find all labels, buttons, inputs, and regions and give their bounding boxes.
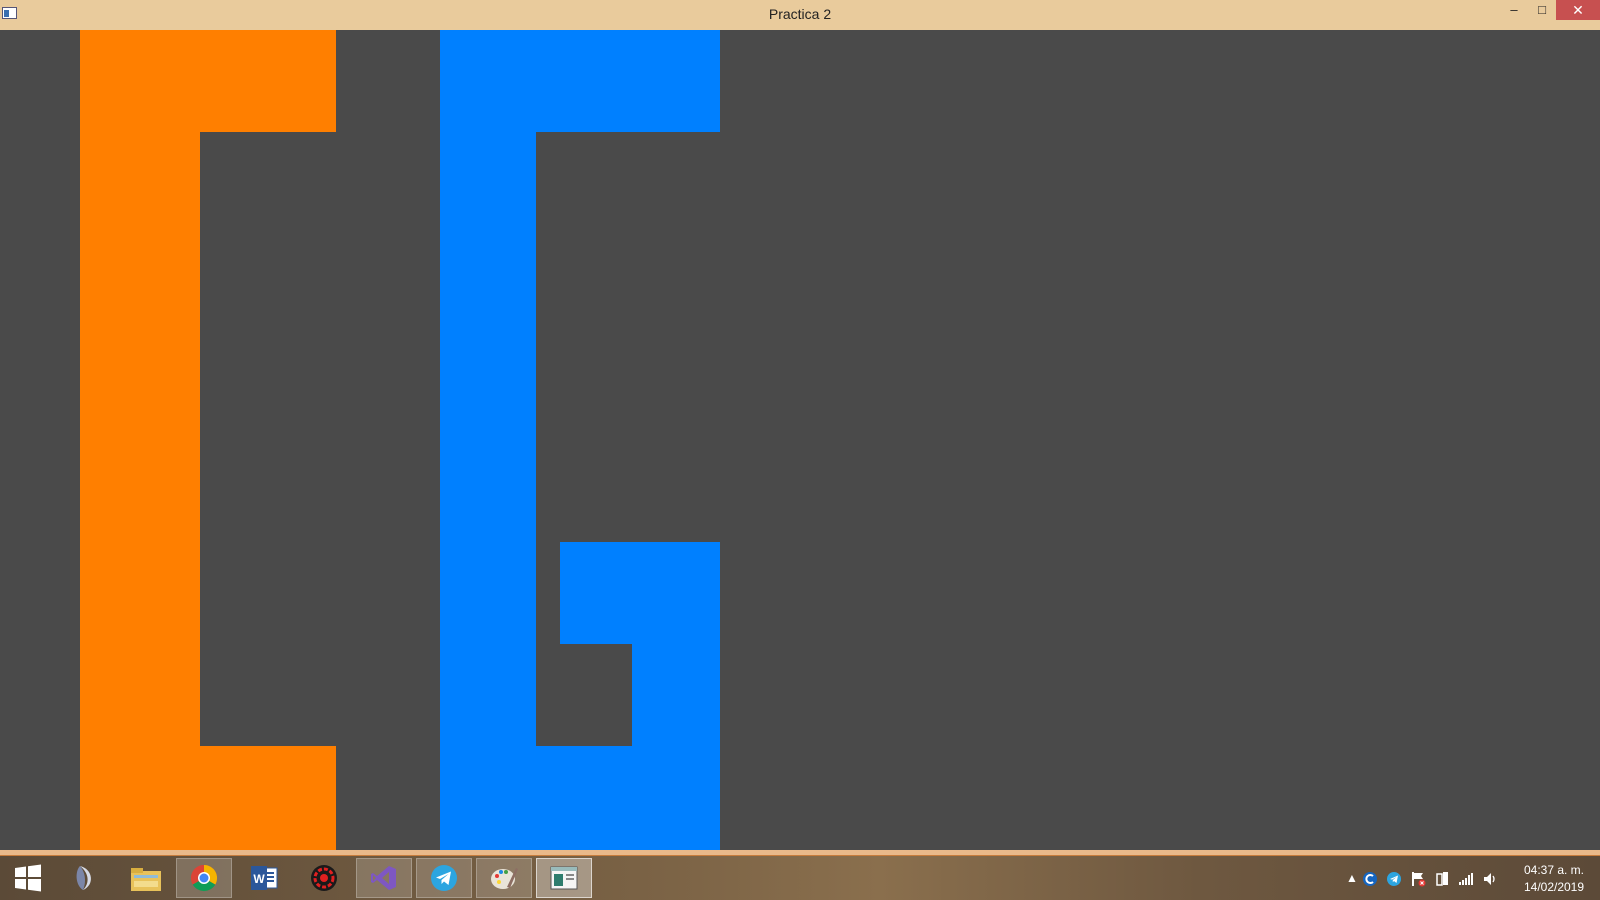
file-explorer-icon [131, 868, 161, 891]
volume-icon[interactable] [1482, 871, 1498, 887]
telegram-icon [431, 865, 457, 891]
drawing-canvas [0, 30, 1600, 850]
letter-c-cutout [200, 132, 336, 746]
paint-icon [491, 868, 518, 889]
network-signal-icon[interactable] [1458, 871, 1474, 887]
taskbar-practica-window[interactable] [536, 858, 592, 898]
minimize-button[interactable]: – [1500, 0, 1528, 20]
word-icon: W [251, 866, 278, 890]
taskbar-paint[interactable] [476, 858, 532, 898]
eclipse-icon [76, 866, 91, 890]
chrome-icon [190, 864, 218, 892]
action-center-flag-icon[interactable] [1410, 871, 1426, 887]
power-icon[interactable] [1434, 871, 1450, 887]
clock-date: 14/02/2019 [1523, 880, 1585, 894]
start-button[interactable] [0, 858, 56, 898]
taskbar-word[interactable]: W [236, 858, 292, 898]
practica-window-icon [550, 866, 578, 890]
title-bar: Practica 2 – □ ✕ [0, 0, 1600, 30]
windows-start-icon [15, 864, 41, 892]
visual-studio-icon [371, 866, 396, 890]
letter-g-cutout-lower [536, 542, 560, 746]
telegram-tray-icon[interactable] [1386, 871, 1402, 887]
taskbar-file-explorer[interactable] [118, 858, 174, 898]
taskbar-chrome[interactable] [176, 858, 232, 898]
red-gear-app-icon [311, 865, 337, 891]
close-button[interactable]: ✕ [1556, 0, 1600, 20]
taskbar: W [0, 856, 1600, 900]
letter-g-cutout-upper [536, 132, 720, 542]
svg-text:W: W [253, 872, 265, 886]
maximize-button[interactable]: □ [1528, 0, 1556, 20]
taskbar-visual-studio[interactable] [356, 858, 412, 898]
ccleaner-icon[interactable] [1362, 871, 1378, 887]
taskbar-red-gear-app[interactable] [296, 858, 352, 898]
system-clock[interactable]: 04:37 a. m. 14/02/2019 [1512, 862, 1596, 896]
clock-time: 04:37 a. m. [1523, 863, 1585, 877]
window-title: Practica 2 [768, 6, 832, 22]
show-hidden-icons-arrow[interactable]: ▲ [1344, 870, 1360, 886]
taskbar-telegram[interactable] [416, 858, 472, 898]
taskbar-eclipse[interactable] [58, 858, 114, 898]
letter-g-notch [560, 644, 632, 746]
